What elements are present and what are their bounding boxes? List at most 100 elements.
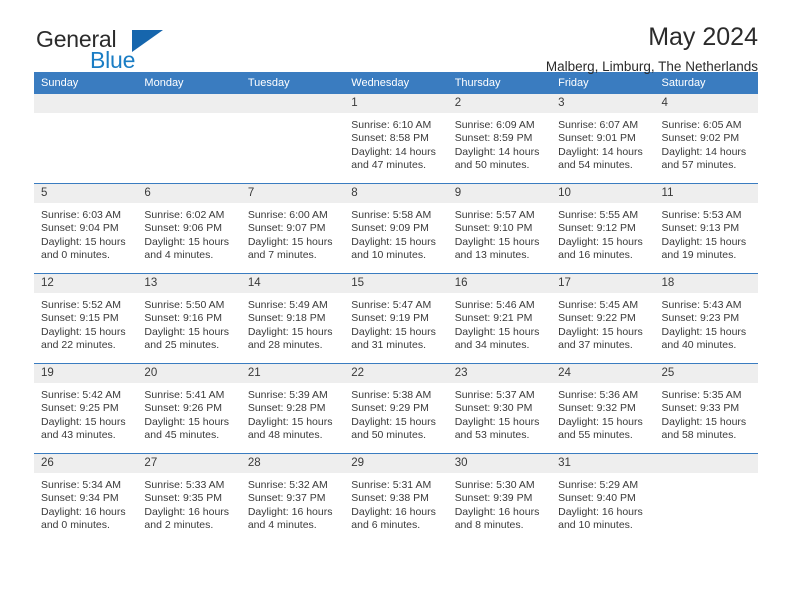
calendar-day[interactable]: 26 Sunrise: 5:34 AM Sunset: 9:34 PM Dayligh… xyxy=(34,454,138,543)
calendar-day[interactable]: 6 Sunrise: 6:02 AM Sunset: 9:06 PM Daylight… xyxy=(137,184,241,273)
sunset-time: Sunset: 9:10 PM xyxy=(454,222,533,235)
day-number: 25 xyxy=(654,364,758,383)
calendar-day[interactable]: 29 Sunrise: 5:31 AM Sunset: 9:38 PM Dayligh… xyxy=(344,454,448,543)
calendar-day[interactable]: 22 Sunrise: 5:38 AM Sunset: 9:29 PM Dayligh… xyxy=(344,364,448,453)
calendar-day[interactable]: 1 Sunrise: 6:10 AM Sunset: 8:58 PM Daylight… xyxy=(344,94,448,183)
weekday-header-tuesday: Tuesday xyxy=(240,72,345,94)
daylight-duration-line1: Daylight: 16 hours xyxy=(247,505,333,518)
calendar-day[interactable]: 23 Sunrise: 5:37 AM Sunset: 9:30 PM Dayligh… xyxy=(447,364,552,453)
daylight-duration-line1: Daylight: 16 hours xyxy=(144,505,230,518)
calendar-day[interactable]: 21 Sunrise: 5:39 AM Sunset: 9:28 PM Dayligh… xyxy=(240,364,345,453)
day-number: 22 xyxy=(344,364,448,383)
sunrise-time: Sunrise: 6:05 AM xyxy=(661,119,742,131)
sunrise-time: Sunrise: 5:33 AM xyxy=(144,479,225,491)
sunset-time: Sunset: 9:16 PM xyxy=(144,312,223,325)
daylight-duration-line1: Daylight: 15 hours xyxy=(661,415,747,428)
brand-name-bottom: Blue xyxy=(90,47,136,73)
calendar-day[interactable]: 8 Sunrise: 5:58 AM Sunset: 9:09 PM Daylight… xyxy=(344,184,448,273)
sunset-time: Sunset: 9:15 PM xyxy=(41,312,119,325)
sunrise-time: Sunrise: 6:02 AM xyxy=(144,209,225,221)
daylight-duration-line2: and 6 minutes. xyxy=(351,518,421,531)
day-number: 26 xyxy=(34,454,138,473)
calendar-day[interactable]: 2 Sunrise: 6:09 AM Sunset: 8:59 PM Daylight… xyxy=(447,94,552,183)
calendar-cell: 22 Sunrise: 5:38 AM Sunset: 9:29 PM Dayligh… xyxy=(344,363,448,454)
calendar-cell: 11 Sunrise: 5:53 AM Sunset: 9:13 PM Dayligh… xyxy=(654,183,758,274)
calendar-day[interactable]: 20 Sunrise: 5:41 AM Sunset: 9:26 PM Dayligh… xyxy=(137,364,241,453)
calendar-day[interactable]: 17 Sunrise: 5:45 AM Sunset: 9:22 PM Dayligh… xyxy=(551,274,655,363)
sunset-time: Sunset: 9:25 PM xyxy=(41,402,119,415)
sunset-time: Sunset: 9:29 PM xyxy=(351,402,429,415)
weekday-header-row: Sunday Monday Tuesday Wednesday Thursday… xyxy=(34,72,758,94)
calendar-cell: 28 Sunrise: 5:32 AM Sunset: 9:37 PM Dayligh… xyxy=(240,453,345,543)
calendar-cell: 19 Sunrise: 5:42 AM Sunset: 9:25 PM Dayligh… xyxy=(34,363,138,454)
sunset-time: Sunset: 9:06 PM xyxy=(144,222,223,235)
calendar-cell xyxy=(240,94,345,184)
daylight-duration-line2: and 10 minutes. xyxy=(351,248,426,261)
calendar-cell: 24 Sunrise: 5:36 AM Sunset: 9:32 PM Dayligh… xyxy=(551,363,655,454)
daylight-duration-line1: Daylight: 15 hours xyxy=(41,415,126,428)
sunset-time: Sunset: 8:59 PM xyxy=(454,132,533,145)
calendar-day[interactable]: 12 Sunrise: 5:52 AM Sunset: 9:15 PM Dayligh… xyxy=(34,274,138,363)
calendar-day[interactable]: 7 Sunrise: 6:00 AM Sunset: 9:07 PM Daylight… xyxy=(240,184,345,273)
day-number: 15 xyxy=(344,274,448,293)
day-number: 5 xyxy=(34,184,138,203)
calendar-cell: 14 Sunrise: 5:49 AM Sunset: 9:18 PM Dayligh… xyxy=(240,273,345,364)
calendar-day[interactable]: 11 Sunrise: 5:53 AM Sunset: 9:13 PM Dayligh… xyxy=(654,184,758,273)
daylight-duration-line1: Daylight: 16 hours xyxy=(558,505,643,518)
daylight-duration-line1: Daylight: 15 hours xyxy=(247,415,333,428)
daylight-duration-line1: Daylight: 15 hours xyxy=(661,325,747,338)
calendar-week-row: 1 Sunrise: 6:10 AM Sunset: 8:58 PM Daylight… xyxy=(34,94,758,184)
calendar-day[interactable]: 10 Sunrise: 5:55 AM Sunset: 9:12 PM Dayligh… xyxy=(551,184,655,273)
sunset-time: Sunset: 9:21 PM xyxy=(454,312,533,325)
calendar-day[interactable]: 27 Sunrise: 5:33 AM Sunset: 9:35 PM Dayligh… xyxy=(137,454,241,543)
sunset-time: Sunset: 9:02 PM xyxy=(661,132,740,145)
calendar-cell xyxy=(654,453,758,543)
day-number xyxy=(137,94,241,113)
daylight-duration-line2: and 57 minutes. xyxy=(661,158,737,171)
calendar-day[interactable]: 30 Sunrise: 5:30 AM Sunset: 9:39 PM Dayligh… xyxy=(447,454,552,543)
daylight-duration-line1: Daylight: 14 hours xyxy=(558,145,643,158)
sunset-time: Sunset: 9:01 PM xyxy=(558,132,636,145)
daylight-duration-line2: and 53 minutes. xyxy=(454,428,530,441)
calendar-day[interactable]: 15 Sunrise: 5:47 AM Sunset: 9:19 PM Dayligh… xyxy=(344,274,448,363)
calendar-cell: 30 Sunrise: 5:30 AM Sunset: 9:39 PM Dayligh… xyxy=(447,453,552,543)
day-number xyxy=(34,94,138,113)
daylight-duration-line1: Daylight: 15 hours xyxy=(41,235,126,248)
sunset-time: Sunset: 9:26 PM xyxy=(144,402,223,415)
page-subtitle: Malberg, Limburg, The Netherlands xyxy=(545,59,758,75)
daylight-duration-line2: and 55 minutes. xyxy=(558,428,633,441)
calendar-day[interactable]: 31 Sunrise: 5:29 AM Sunset: 9:40 PM Dayligh… xyxy=(551,454,655,543)
calendar-day[interactable]: 5 Sunrise: 6:03 AM Sunset: 9:04 PM Daylight… xyxy=(34,184,138,273)
sunset-time: Sunset: 9:22 PM xyxy=(558,312,636,325)
brand-logo[interactable]: General Blue xyxy=(34,22,234,74)
sunrise-time: Sunrise: 6:07 AM xyxy=(558,119,639,131)
calendar-day[interactable]: 24 Sunrise: 5:36 AM Sunset: 9:32 PM Dayligh… xyxy=(551,364,655,453)
day-number xyxy=(654,454,758,473)
calendar-cell: 4 Sunrise: 6:05 AM Sunset: 9:02 PM Daylight… xyxy=(654,94,758,184)
day-sun-info: Sunrise: 5:39 AM Sunset: 9:28 PM Daylight:… xyxy=(241,383,344,442)
calendar-day[interactable]: 18 Sunrise: 5:43 AM Sunset: 9:23 PM Dayligh… xyxy=(654,274,758,363)
daylight-duration-line2: and 34 minutes. xyxy=(454,338,530,351)
calendar-day[interactable]: 16 Sunrise: 5:46 AM Sunset: 9:21 PM Dayligh… xyxy=(447,274,552,363)
daylight-duration-line1: Daylight: 15 hours xyxy=(351,415,436,428)
calendar-day[interactable]: 4 Sunrise: 6:05 AM Sunset: 9:02 PM Daylight… xyxy=(654,94,758,183)
sunrise-time: Sunrise: 5:29 AM xyxy=(558,479,639,491)
daylight-duration-line1: Daylight: 15 hours xyxy=(661,235,747,248)
calendar-day[interactable]: 25 Sunrise: 5:35 AM Sunset: 9:33 PM Dayligh… xyxy=(654,364,758,453)
calendar-day[interactable]: 13 Sunrise: 5:50 AM Sunset: 9:16 PM Dayligh… xyxy=(137,274,241,363)
daylight-duration-line2: and 58 minutes. xyxy=(661,428,737,441)
day-sun-info: Sunrise: 5:37 AM Sunset: 9:30 PM Daylight:… xyxy=(448,383,551,442)
day-sun-info: Sunrise: 6:05 AM Sunset: 9:02 PM Daylight:… xyxy=(655,113,758,172)
calendar-day[interactable]: 14 Sunrise: 5:49 AM Sunset: 9:18 PM Dayligh… xyxy=(240,274,345,363)
calendar-day[interactable]: 19 Sunrise: 5:42 AM Sunset: 9:25 PM Dayligh… xyxy=(34,364,138,453)
day-number: 8 xyxy=(344,184,448,203)
daylight-duration-line1: Daylight: 16 hours xyxy=(454,505,540,518)
calendar-day-empty xyxy=(654,454,758,543)
calendar-cell: 6 Sunrise: 6:02 AM Sunset: 9:06 PM Daylight… xyxy=(137,183,241,274)
weekday-header-saturday: Saturday xyxy=(654,72,758,94)
daylight-duration-line2: and 50 minutes. xyxy=(351,428,426,441)
calendar-day[interactable]: 9 Sunrise: 5:57 AM Sunset: 9:10 PM Daylight… xyxy=(447,184,552,273)
calendar-day[interactable]: 3 Sunrise: 6:07 AM Sunset: 9:01 PM Daylight… xyxy=(551,94,655,183)
daylight-duration-line1: Daylight: 14 hours xyxy=(661,145,747,158)
calendar-day[interactable]: 28 Sunrise: 5:32 AM Sunset: 9:37 PM Dayligh… xyxy=(240,454,345,543)
